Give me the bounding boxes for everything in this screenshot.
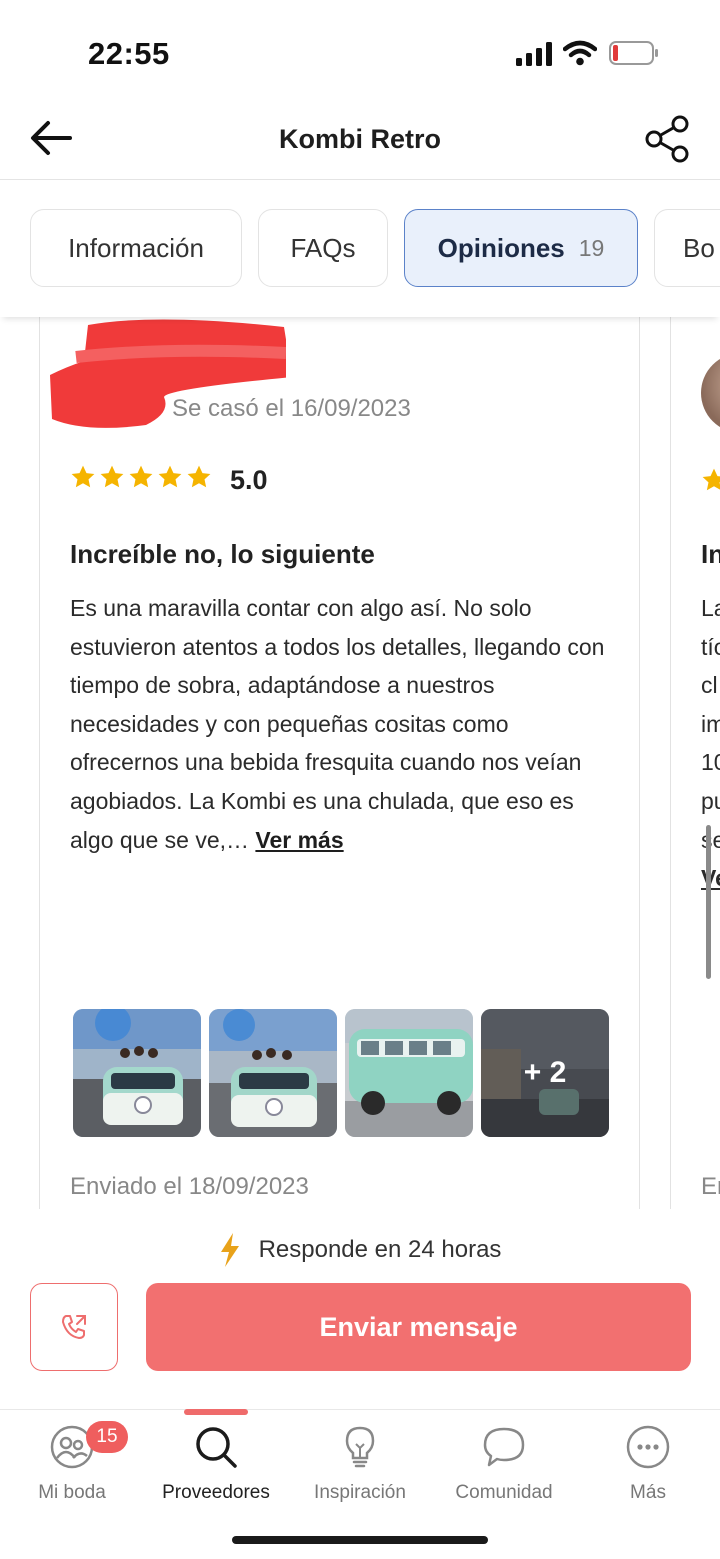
more-photos-count: + 2 [481,1009,609,1137]
section-tabs: Información FAQs Opiniones 19 Bo [0,181,720,317]
wifi-icon [563,40,597,66]
cellular-signal-icon [516,42,552,66]
send-message-button[interactable]: Enviar mensaje [146,1283,691,1371]
review-title: In [701,539,720,569]
tab-informacion[interactable]: Información [30,209,242,287]
nav-proveedores[interactable]: Proveedores [144,1424,288,1504]
tab-label: Opiniones [437,232,565,263]
nav-inspiracion[interactable]: Inspiración [288,1424,432,1504]
review-title: Increíble no, lo siguiente [70,539,375,569]
top-header: Kombi Retro [0,100,720,180]
status-bar: 22:55 [0,0,720,100]
van-photo-icon [209,1009,337,1137]
see-more-link[interactable]: Ver más [255,827,343,853]
star-icon [71,465,95,488]
more-dots-icon [626,1425,670,1469]
chat-bubble-icon [483,1427,525,1467]
battery-low-icon [609,41,658,65]
text-fragment: 10 [701,749,720,776]
nav-label: Más [630,1482,666,1503]
star-icon [129,465,153,488]
review-photos: + 2 [73,1009,609,1137]
nav-label: Mi boda [38,1482,106,1503]
wedding-date: Se casó el 16/09/2023 [172,395,411,422]
text-fragment: La [701,595,720,621]
response-time: Responde en 24 horas [0,1233,720,1267]
share-icon[interactable] [642,114,694,164]
review-photo[interactable] [209,1009,337,1137]
text-fragment: cl [701,672,718,699]
review-body: Es una maravilla contar con algo así. No… [70,589,620,859]
nav-mas[interactable]: Más [576,1424,720,1504]
nav-label: Inspiración [314,1482,406,1503]
sent-date: Enviado el 18/09/2023 [70,1173,309,1200]
review-photo[interactable] [345,1009,473,1137]
home-indicator[interactable] [232,1536,488,1544]
nav-comunidad[interactable]: Comunidad [432,1424,576,1504]
tab-count: 19 [578,234,605,261]
notification-badge: 15 [86,1421,128,1453]
lightbulb-icon [345,1426,375,1468]
status-time: 22:55 [88,36,170,71]
star-icon [100,465,124,488]
nav-label: Proveedores [162,1482,270,1503]
contact-actions: Responde en 24 horas Enviar mensaje [0,1209,720,1409]
tab-bodas[interactable]: Bo [654,209,720,287]
text-fragment: im [701,710,720,737]
page-title: Kombi Retro [279,124,441,154]
star-icon [702,468,720,491]
review-photo-more[interactable]: + 2 [481,1009,609,1137]
review-card-next[interactable]: In La tío cl im 10 pu se Ve En [670,317,720,1209]
active-tab-indicator [184,1409,248,1415]
rating-stars [70,464,212,490]
lightning-icon [220,1233,239,1267]
search-icon [196,1427,237,1468]
van-photo-icon [345,1009,473,1137]
rating-value: 5.0 [230,465,268,495]
review-card: Se casó el 16/09/2023 5.0 Increíble no, … [39,317,640,1209]
review-text: Es una maravilla contar con algo así. No… [70,595,605,853]
scrollbar[interactable] [706,825,711,979]
star-icon [158,465,182,488]
text-fragment: tío [701,633,720,660]
van-photo-icon [73,1009,201,1137]
tab-label: FAQs [290,232,356,263]
text-fragment: pu [701,787,720,814]
tab-faqs[interactable]: FAQs [258,209,388,287]
tab-opiniones[interactable]: Opiniones 19 [404,209,638,287]
sent-date: En [701,1173,720,1200]
review-photo[interactable] [73,1009,201,1137]
tab-label: Bo [683,232,715,263]
tab-label: Información [68,232,204,263]
call-button[interactable] [30,1283,118,1371]
phone-icon [62,1315,86,1339]
star-icon [187,465,211,488]
avatar [701,353,720,433]
reviews-carousel[interactable]: Se casó el 16/09/2023 5.0 Increíble no, … [0,317,720,1209]
response-time-text: Responde en 24 horas [258,1236,502,1263]
nav-label: Comunidad [455,1482,553,1503]
